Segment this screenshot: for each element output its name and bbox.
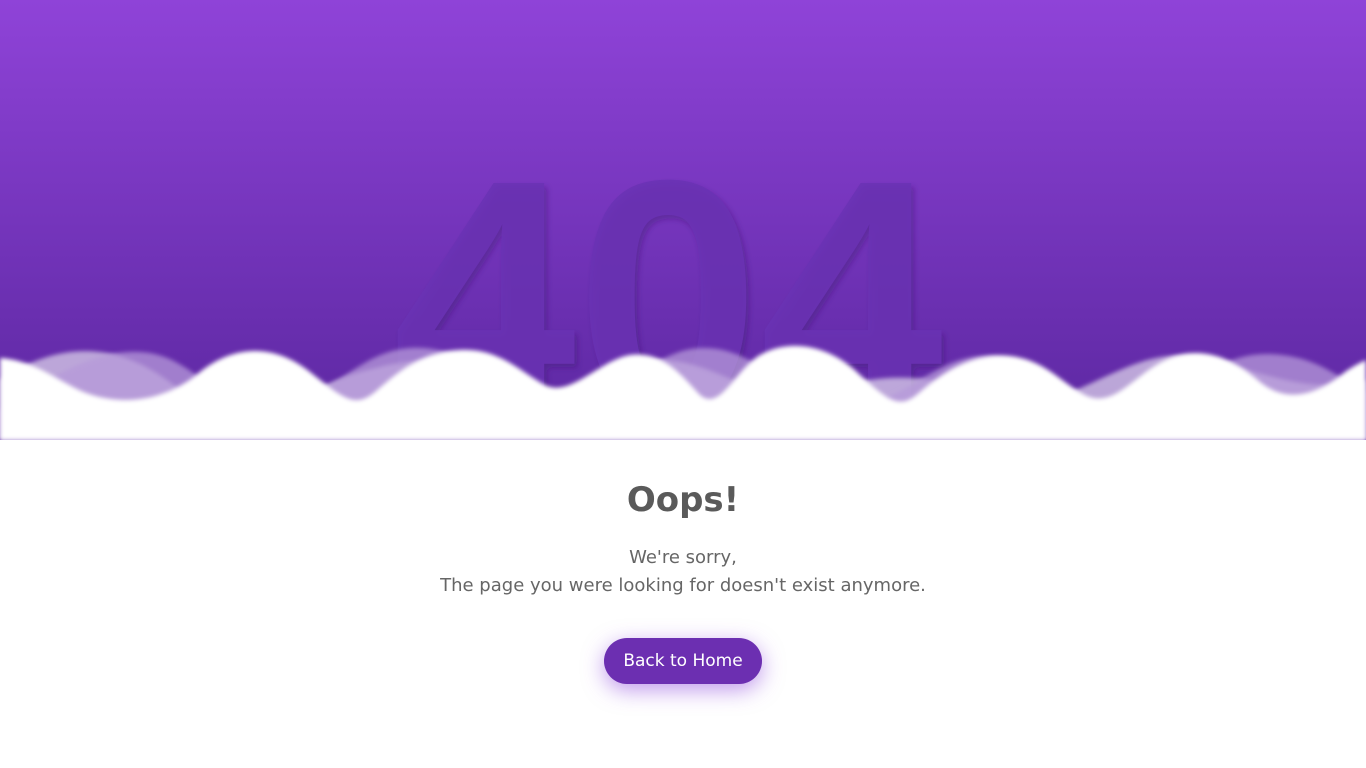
message-line-detail: The page you were looking for doesn't ex… (440, 575, 926, 596)
page-title: Oops! (626, 480, 740, 520)
back-to-home-button[interactable]: Back to Home (604, 638, 762, 684)
message-line-apology: We're sorry, (629, 547, 737, 568)
hero-banner: 404 (0, 0, 1366, 440)
error-message-section: Oops! We're sorry, The page you were loo… (0, 470, 1366, 684)
error-page: 404 Oops! We're sorry, The page you were… (0, 0, 1366, 768)
error-message: We're sorry, The page you were looking f… (0, 544, 1366, 600)
hero-illustration: 404 (0, 0, 1366, 440)
